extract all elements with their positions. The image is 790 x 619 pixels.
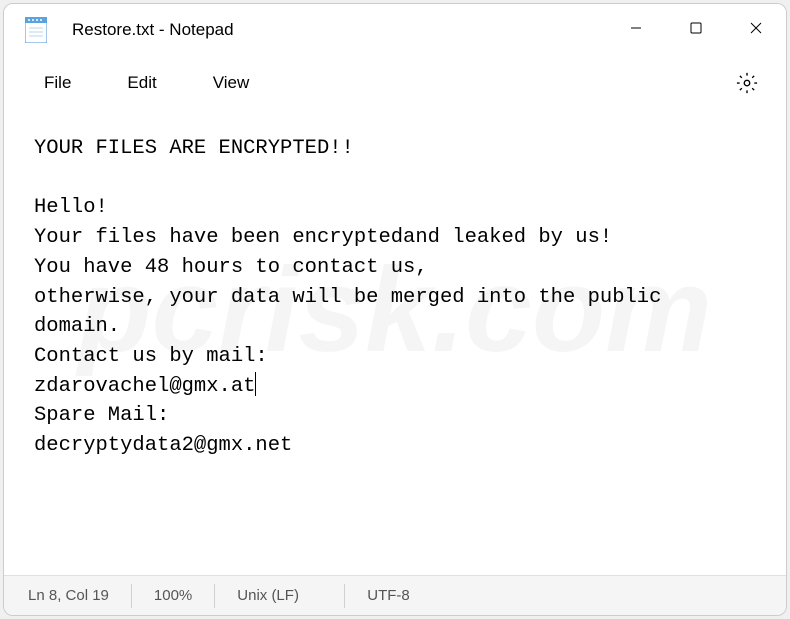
menu-edit[interactable]: Edit [105, 63, 178, 103]
titlebar: Restore.txt - Notepad [4, 4, 786, 56]
notepad-window: pcrisk.com Restore.txt - Notepad [3, 3, 787, 616]
status-line-ending: Unix (LF) [215, 584, 345, 608]
text-line: otherwise, your data will be merged into… [34, 286, 674, 339]
text-line: You have 48 hours to contact us, [34, 256, 428, 279]
menu-file[interactable]: File [22, 63, 93, 103]
window-controls [606, 4, 786, 56]
text-cursor [255, 372, 256, 396]
close-button[interactable] [726, 4, 786, 52]
statusbar: Ln 8, Col 19 100% Unix (LF) UTF-8 [4, 575, 786, 615]
text-line: zdarovachel@gmx.at [34, 375, 255, 398]
menu-view[interactable]: View [191, 63, 272, 103]
menubar: File Edit View [4, 56, 786, 110]
minimize-button[interactable] [606, 4, 666, 52]
notepad-icon [24, 16, 48, 44]
status-zoom[interactable]: 100% [132, 584, 215, 608]
status-encoding: UTF-8 [345, 584, 475, 608]
text-line: Hello! [34, 196, 108, 219]
text-editor[interactable]: YOUR FILES ARE ENCRYPTED!! Hello! Your f… [4, 110, 786, 575]
maximize-button[interactable] [666, 4, 726, 52]
text-line: Contact us by mail: [34, 345, 268, 368]
text-line: Your files have been encryptedand leaked… [34, 226, 612, 249]
status-cursor-position: Ln 8, Col 19 [24, 584, 132, 608]
text-line: YOUR FILES ARE ENCRYPTED!! [34, 137, 354, 160]
window-title: Restore.txt - Notepad [72, 20, 606, 40]
text-line: Spare Mail: [34, 404, 169, 427]
settings-button[interactable] [722, 63, 772, 103]
text-line: decryptydata2@gmx.net [34, 434, 292, 457]
